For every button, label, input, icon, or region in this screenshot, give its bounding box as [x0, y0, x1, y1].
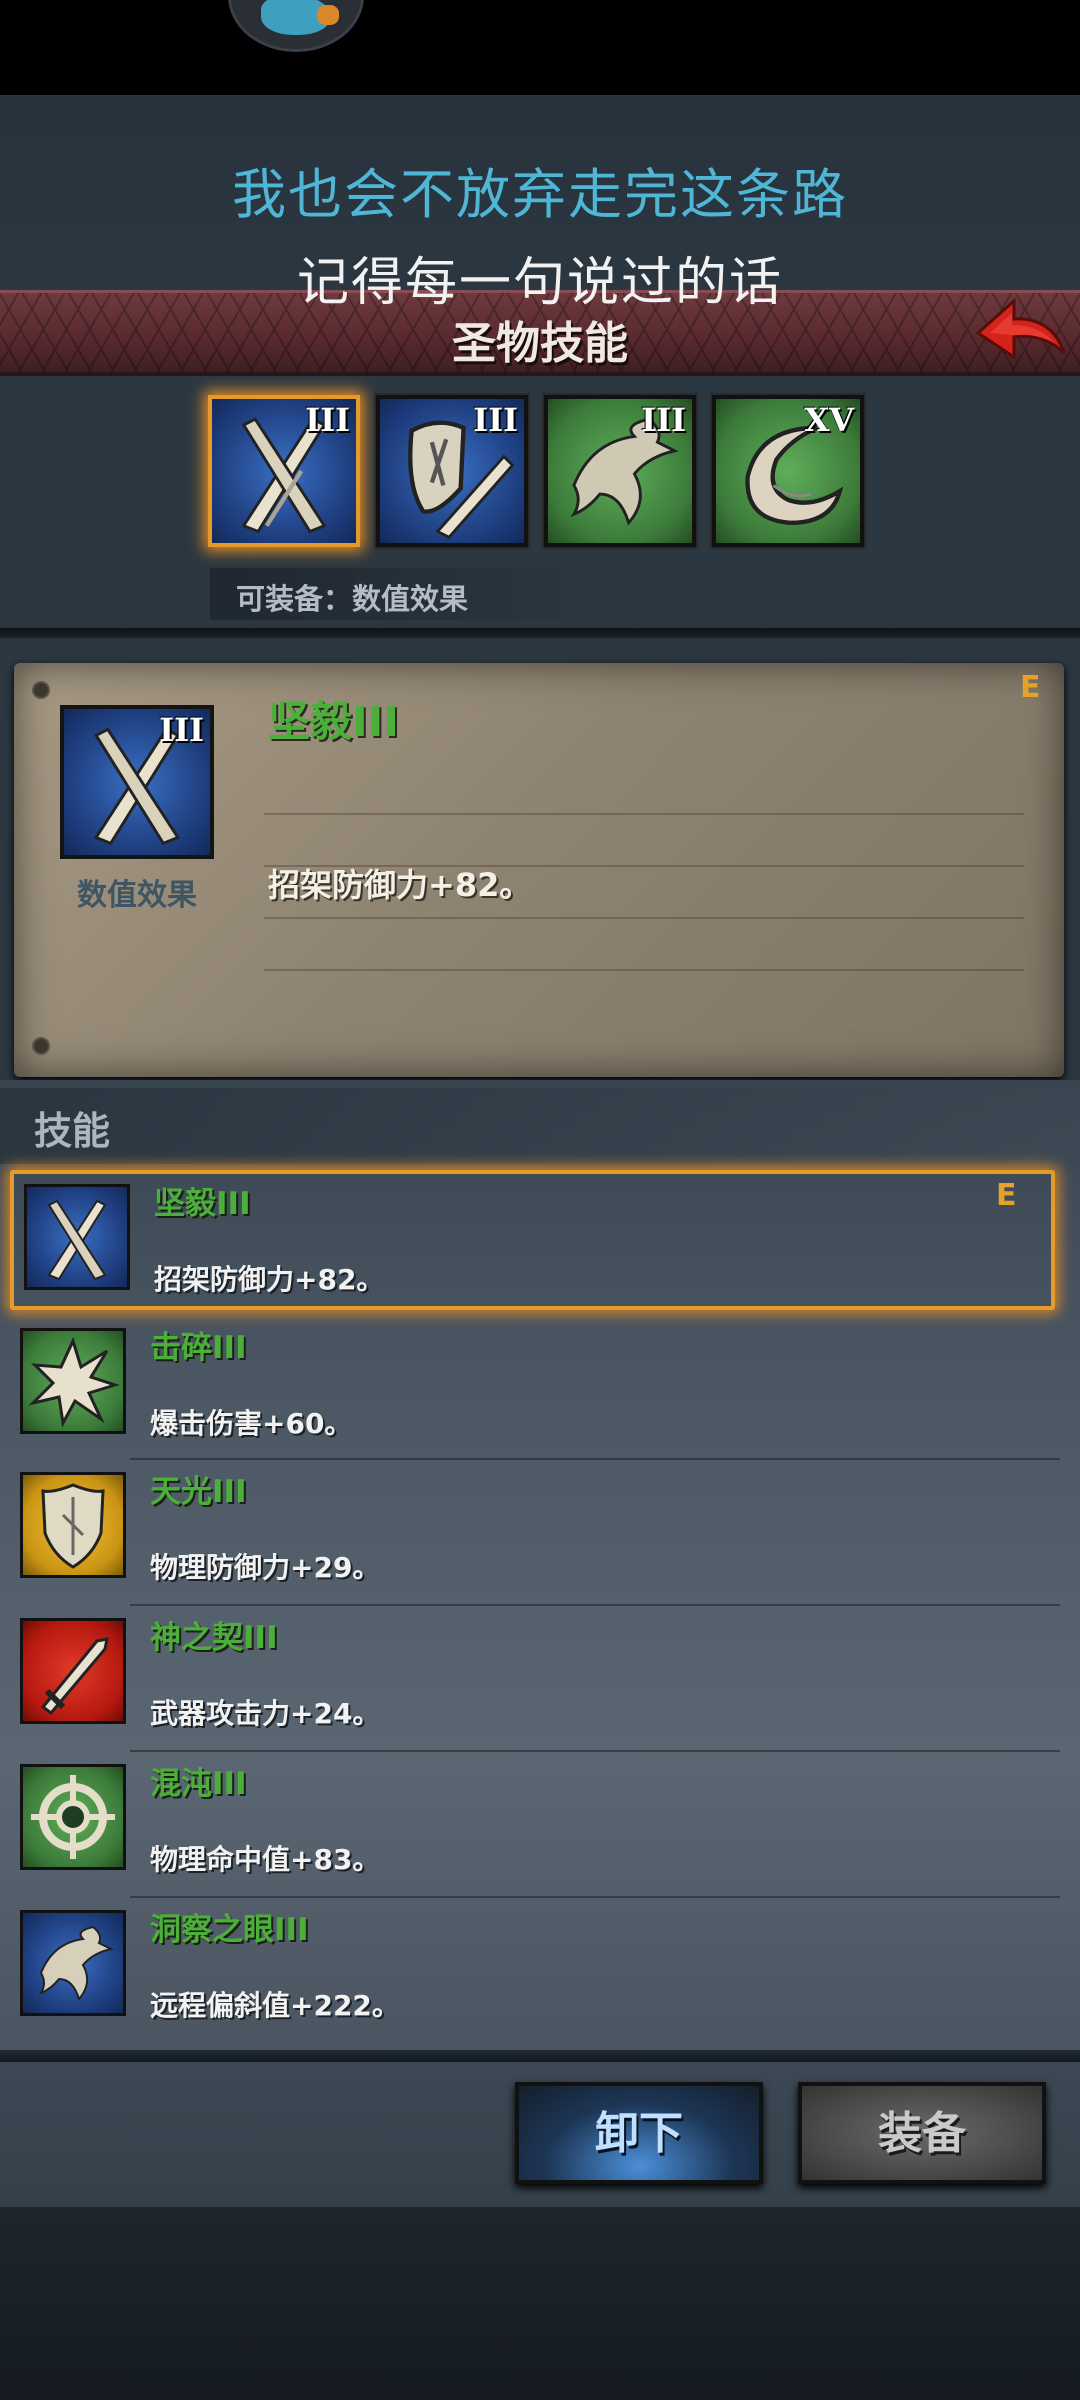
- page-title: 圣物技能: [452, 318, 628, 369]
- skill-name: 天光III: [150, 1474, 247, 1510]
- skill-effect: 远程偏斜值+222。: [150, 1989, 400, 2022]
- pin-icon: [32, 1037, 50, 1055]
- detail-skill-effect: 招架防御力+82。: [268, 866, 532, 904]
- divider: [0, 2050, 1080, 2062]
- skill-name: 击碎III: [150, 1330, 247, 1366]
- divider: [130, 1896, 1060, 1898]
- divider: [130, 1750, 1060, 1752]
- relic-slot-row: III III III XV: [208, 395, 878, 555]
- equip-button[interactable]: 装备: [798, 2082, 1046, 2184]
- skill-name: 混沌III: [150, 1766, 247, 1802]
- burst-icon: [20, 1328, 126, 1434]
- skill-name: 洞察之眼III: [150, 1912, 309, 1948]
- detail-skill-icon: III: [60, 705, 214, 859]
- skill-row[interactable]: 坚毅III 招架防御力+82。 E: [10, 1170, 1055, 1310]
- skill-effect: 物理命中值+83。: [150, 1843, 381, 1876]
- divider: [130, 1604, 1060, 1606]
- skill-row[interactable]: 击碎III 爆击伤害+60。: [10, 1318, 1055, 1458]
- relic-rank: III: [473, 401, 518, 439]
- caption-line-1: 我也会不放弃走完这条路: [232, 163, 848, 226]
- unequip-button[interactable]: 卸下: [515, 2082, 763, 2184]
- top-bar: [0, 0, 1080, 95]
- skills-heading: 技能: [34, 1109, 111, 1153]
- pin-icon: [32, 681, 50, 699]
- skill-row[interactable]: 洞察之眼III 远程偏斜值+222。: [10, 1900, 1055, 2040]
- screen: 我也会不放弃走完这条路 圣物技能 记得每一句说过的话 III III III X…: [0, 0, 1080, 2400]
- relic-slot-3[interactable]: III: [544, 395, 696, 547]
- shield-icon: [20, 1472, 126, 1578]
- relic-rank: III: [641, 401, 686, 439]
- skill-name: 坚毅III: [154, 1186, 251, 1222]
- app-avatar-icon: [228, 0, 364, 52]
- equipped-mark: E: [1020, 670, 1041, 705]
- skills-heading-bar: [0, 1088, 1080, 1164]
- relic-slot-2[interactable]: III: [376, 395, 528, 547]
- relic-rank: III: [305, 401, 350, 439]
- eagle-icon: [20, 1910, 126, 2016]
- detail-type-label: 数值效果: [77, 878, 197, 913]
- skill-effect: 武器攻击力+24。: [150, 1697, 381, 1730]
- equipped-mark: E: [996, 1178, 1017, 1213]
- divider: [130, 1458, 1060, 1460]
- skill-effect: 爆击伤害+60。: [150, 1407, 353, 1440]
- divider: [0, 628, 1080, 638]
- equip-hint: 可装备：数值效果: [210, 568, 600, 620]
- skill-name: 神之契III: [150, 1620, 278, 1656]
- caption-line-2: 记得每一句说过的话: [296, 253, 783, 313]
- detail-skill-name: 坚毅III: [268, 697, 399, 746]
- bottom-area: [0, 2207, 1080, 2400]
- relic-slot-1[interactable]: III: [208, 395, 360, 547]
- skill-row[interactable]: 混沌III 物理命中值+83。: [10, 1754, 1055, 1894]
- relic-rank: XV: [804, 401, 854, 439]
- detail-rank: III: [159, 711, 204, 749]
- skill-effect: 招架防御力+82。: [154, 1263, 385, 1296]
- sword-icon: [20, 1618, 126, 1724]
- relic-slot-4[interactable]: XV: [712, 395, 864, 547]
- skill-effect: 物理防御力+29。: [150, 1551, 381, 1584]
- skill-row[interactable]: 神之契III 武器攻击力+24。: [10, 1608, 1055, 1748]
- crossed-swords-icon: [24, 1184, 130, 1290]
- skill-row[interactable]: 天光III 物理防御力+29。: [10, 1462, 1055, 1602]
- crosshair-icon: [20, 1764, 126, 1870]
